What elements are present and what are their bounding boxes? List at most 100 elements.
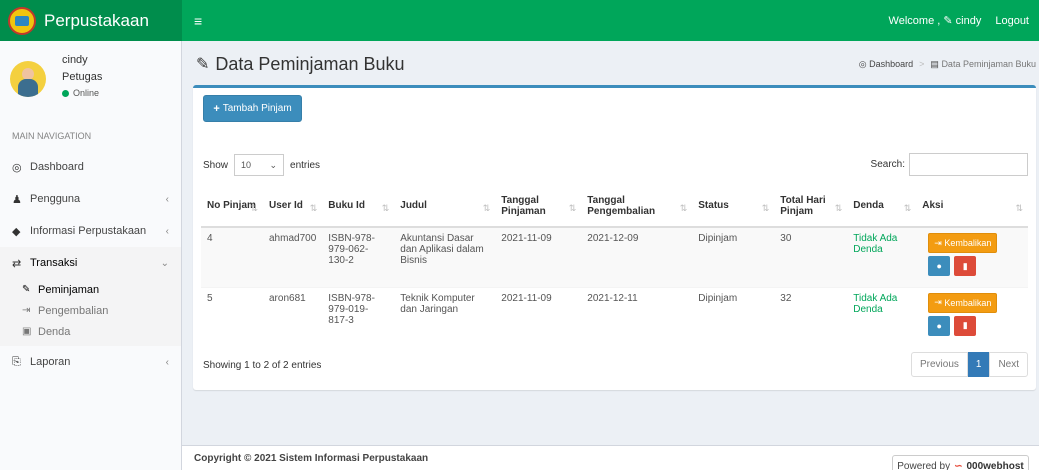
col-buku-id[interactable]: Buku Id ⇅ bbox=[322, 185, 395, 228]
dashboard-icon: ◎ bbox=[858, 58, 867, 69]
welcome-username: cindy bbox=[955, 15, 982, 27]
breadcrumb: ◎ Dashboard > ▤ Data Peminjaman Buku bbox=[858, 58, 1036, 70]
submenu-item-peminjaman[interactable]: ✎ Peminjaman bbox=[0, 279, 181, 300]
trash-icon: ▮ bbox=[962, 320, 968, 330]
table-row: 4 ahmad700 ISBN-978-979-062-130-2 Akunta… bbox=[201, 226, 1028, 287]
sidebar-item-informasi[interactable]: ◆ Informasi Perpustakaan ‹ bbox=[0, 215, 181, 247]
view-button[interactable]: ● bbox=[928, 315, 951, 336]
sort-icon: ⇅ bbox=[761, 203, 770, 213]
sidebar: cindy Petugas Online MAIN NAVIGATION ◎ D… bbox=[0, 41, 182, 470]
col-total-hari[interactable]: Total Hari Pinjam ⇅ bbox=[774, 185, 848, 228]
plus-icon: + bbox=[213, 102, 220, 115]
denda-value: Tidak Ada Denda bbox=[847, 226, 917, 287]
edit-icon: ✎ bbox=[22, 284, 31, 295]
app-logo[interactable]: Perpustakaan bbox=[0, 0, 182, 41]
nav-header: MAIN NAVIGATION bbox=[12, 131, 92, 141]
logout-link[interactable]: Logout bbox=[995, 15, 1029, 27]
chevron-left-icon: ‹ bbox=[165, 225, 169, 237]
denda-value: Tidak Ada Denda bbox=[847, 286, 917, 347]
breadcrumb-dashboard[interactable]: Dashboard bbox=[869, 59, 913, 69]
search-input[interactable] bbox=[909, 153, 1028, 176]
view-button[interactable]: ● bbox=[928, 256, 951, 276]
welcome-user[interactable]: Welcome , ✎ cindy bbox=[889, 14, 982, 27]
search-area: Search: bbox=[871, 153, 1028, 176]
col-denda[interactable]: Denda ⇅ bbox=[847, 185, 917, 228]
submenu-item-denda[interactable]: ▣ Denda bbox=[0, 321, 181, 342]
user-icon: ♟ bbox=[12, 193, 22, 206]
sort-icon: ⇅ bbox=[309, 203, 318, 213]
sort-icon: ⇅ bbox=[381, 203, 390, 213]
breadcrumb-current: Data Peminjaman Buku bbox=[941, 59, 1036, 69]
page-title: ✎ Data Peminjaman Buku bbox=[196, 53, 405, 74]
previous-page-button[interactable]: Previous bbox=[910, 352, 968, 377]
library-emblem-icon bbox=[8, 6, 36, 35]
sign-in-icon: ⇥ bbox=[22, 305, 31, 316]
footer: Copyright © 2021 Sistem Informasi Perpus… bbox=[182, 445, 1039, 470]
sidebar-item-dashboard[interactable]: ◎ Dashboard bbox=[0, 151, 181, 183]
user-panel: cindy Petugas Online bbox=[0, 41, 181, 117]
sign-in-icon: ⇥ bbox=[934, 297, 945, 307]
sort-icon: ⇅ bbox=[568, 203, 577, 213]
sort-icon: ⇅ bbox=[482, 203, 491, 213]
eye-icon: ● bbox=[936, 261, 942, 271]
chevron-down-icon: ⌄ bbox=[269, 159, 278, 170]
col-tanggal-pengembalian[interactable]: Tanggal Pengembalian ⇅ bbox=[581, 185, 693, 228]
sort-icon: ⇅ bbox=[834, 203, 843, 213]
table-row: 5 aron681 ISBN-978-979-019-817-3 Teknik … bbox=[201, 286, 1028, 347]
submenu-item-pengembalian[interactable]: ⇥ Pengembalian bbox=[0, 300, 181, 321]
sort-icon: ⇅ bbox=[250, 203, 258, 213]
sort-icon: ⇅ bbox=[903, 203, 912, 213]
content-header: ✎ Data Peminjaman Buku ◎ Dashboard > ▤ D… bbox=[196, 52, 1036, 76]
next-page-button[interactable]: Next bbox=[989, 352, 1028, 377]
welcome-text: Welcome , bbox=[888, 15, 941, 27]
sidebar-item-laporan[interactable]: ⎘ Laporan ‹ bbox=[0, 346, 181, 378]
hamburger-menu-icon[interactable]: ≡ bbox=[194, 13, 202, 29]
sort-icon: ⇅ bbox=[679, 203, 688, 213]
file-icon: ▤ bbox=[930, 58, 939, 69]
col-no-pinjam[interactable]: No Pinjam ⇅ bbox=[201, 185, 263, 228]
transaksi-submenu: ✎ Peminjaman ⇥ Pengembalian ▣ Denda bbox=[0, 279, 181, 346]
copyright-text: Copyright © 2021 Sistem Informasi Perpus… bbox=[194, 452, 429, 464]
col-status[interactable]: Status ⇅ bbox=[692, 185, 775, 228]
sidebar-item-pengguna[interactable]: ♟ Pengguna ‹ bbox=[0, 183, 181, 215]
tag-icon: ◆ bbox=[12, 225, 21, 238]
app-title: Perpustakaan bbox=[44, 10, 149, 30]
chevron-left-icon: ‹ bbox=[165, 193, 169, 205]
data-box: + Tambah Pinjam Show 10 ⌄ entries Search… bbox=[193, 85, 1036, 390]
chevron-down-icon: ⌄ bbox=[160, 257, 169, 269]
delete-button[interactable]: ▮ bbox=[954, 315, 977, 336]
sidebar-role: Petugas bbox=[62, 71, 103, 83]
eye-icon: ● bbox=[936, 320, 942, 331]
kembalikan-button[interactable]: ⇥ Kembalikan bbox=[928, 292, 998, 313]
delete-button[interactable]: ▮ bbox=[954, 256, 977, 276]
avatar bbox=[10, 61, 46, 97]
trash-icon: ▮ bbox=[962, 260, 968, 271]
exchange-icon: ⇄ bbox=[12, 257, 22, 270]
powered-by-badge[interactable]: Powered by ∽ 000webhost bbox=[892, 455, 1029, 470]
money-icon: ▣ bbox=[22, 326, 32, 337]
sign-in-icon: ⇥ bbox=[934, 237, 945, 248]
pagination: Previous 1 Next bbox=[910, 352, 1028, 377]
tambah-pinjam-button[interactable]: + Tambah Pinjam bbox=[203, 95, 302, 122]
report-icon: ⎘ bbox=[12, 355, 21, 368]
edit-icon: ✎ bbox=[943, 15, 953, 27]
peminjaman-table: No Pinjam ⇅ User Id ⇅ Buku Id ⇅ Judul ⇅ Tang… bbox=[201, 185, 1028, 347]
col-judul[interactable]: Judul ⇅ bbox=[394, 185, 496, 228]
sidebar-username: cindy bbox=[62, 54, 88, 66]
entries-select[interactable]: 10 ⌄ bbox=[234, 154, 285, 176]
sidebar-item-transaksi[interactable]: ⇄ Transaksi ⌄ bbox=[0, 247, 181, 279]
online-dot-icon bbox=[62, 89, 69, 97]
top-navbar: ≡ Welcome , ✎ cindy Logout bbox=[182, 0, 1039, 41]
page-1-button[interactable]: 1 bbox=[967, 352, 990, 377]
edit-icon: ✎ bbox=[196, 56, 210, 73]
online-status: Online bbox=[62, 88, 102, 98]
table-info: Showing 1 to 2 of 2 entries bbox=[203, 360, 322, 371]
dashboard-icon: ◎ bbox=[12, 161, 22, 174]
col-aksi[interactable]: Aksi ⇅ bbox=[916, 185, 1028, 228]
col-tanggal-pinjaman[interactable]: Tanggal Pinjaman ⇅ bbox=[495, 185, 582, 228]
show-entries: Show 10 ⌄ entries bbox=[203, 154, 320, 176]
kembalikan-button[interactable]: ⇥ Kembalikan bbox=[928, 233, 998, 253]
col-user-id[interactable]: User Id ⇅ bbox=[263, 185, 323, 228]
sort-icon: ⇅ bbox=[1015, 203, 1023, 213]
webhost-logo-icon: ∽ bbox=[954, 460, 963, 470]
